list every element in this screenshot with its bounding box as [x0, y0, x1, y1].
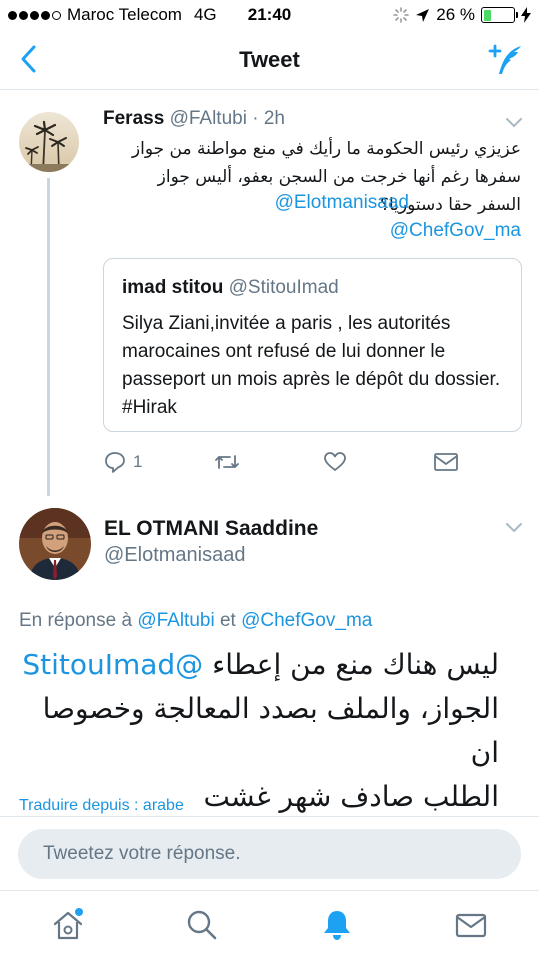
- tweet2-text-line: الجواز، والملف بصدد المعالجة وخصوصا ان: [42, 692, 499, 769]
- translate-link[interactable]: Traduire depuis : arabe: [19, 797, 184, 815]
- home-icon[interactable]: [50, 907, 86, 943]
- nav-bar: Tweet: [0, 30, 539, 90]
- quoted-tweet[interactable]: imad stitou @StitouImad Silya Ziani,invi…: [103, 258, 522, 432]
- battery-percent: 26 %: [436, 5, 475, 24]
- page-title: Tweet: [239, 47, 300, 72]
- like-button[interactable]: [323, 448, 347, 476]
- tweet2-text-line: ليس هناك منع من إعطاء @StitouImad: [19, 643, 499, 687]
- tweet1-author-handle[interactable]: @FAltubi: [170, 108, 247, 129]
- avatar[interactable]: [19, 508, 91, 580]
- mention-link[interactable]: @StitouImad: [22, 648, 203, 681]
- carrier-label: Maroc Telecom: [67, 5, 182, 24]
- direct-message-button[interactable]: [433, 448, 459, 476]
- sync-icon: [393, 7, 410, 23]
- status-left: Maroc Telecom 4G: [8, 5, 217, 25]
- tweet2-author-handle[interactable]: @Elotmanisaad: [104, 544, 245, 567]
- reply-count: 1: [133, 452, 143, 471]
- reply-user-link[interactable]: @ChefGov_ma: [241, 610, 372, 631]
- chevron-left-icon[interactable]: [14, 42, 44, 76]
- battery-level: [483, 9, 492, 21]
- tweet1-header: Ferass @FAltubi · 2h: [103, 108, 285, 130]
- reply-and: et: [219, 610, 236, 631]
- messages-icon[interactable]: [453, 907, 489, 943]
- reply-context: En réponse à @FAltubi et @ChefGov_ma: [19, 610, 372, 632]
- reply-prefix: En réponse à: [19, 610, 133, 631]
- chevron-down-icon[interactable]: [505, 522, 523, 534]
- avatar[interactable]: [19, 112, 79, 172]
- hashtag-link[interactable]: #Hirak: [122, 397, 177, 418]
- avatar-portrait-image: [19, 508, 91, 580]
- reply-composer: [0, 816, 539, 890]
- quoted-text-body: Silya Ziani,invitée a paris , les autori…: [122, 313, 501, 390]
- tweet1-author-name[interactable]: Ferass: [103, 108, 164, 129]
- direct-message-icon: [434, 453, 458, 471]
- search-icon[interactable]: [184, 907, 220, 943]
- tweet2-text: ليس هناك منع من إعطاء @StitouImad الجواز…: [19, 643, 499, 819]
- signal-strength-icon: [8, 10, 61, 20]
- retweet-icon: [215, 455, 239, 469]
- tweet1-time: · 2h: [252, 108, 285, 129]
- location-arrow-icon: [416, 8, 430, 22]
- quoted-author-handle: @StitouImad: [228, 277, 339, 298]
- tweet1-actions: 1: [0, 448, 539, 478]
- tweet1-text-line: عزيزي رئيس الحكومة ما رأيك في منع مواطنة…: [131, 139, 521, 159]
- chevron-down-icon[interactable]: [505, 117, 523, 129]
- status-bar: Maroc Telecom 4G 21:40 26 %: [0, 0, 539, 30]
- network-label: 4G: [193, 5, 217, 24]
- retweet-button[interactable]: [214, 448, 240, 476]
- quoted-tweet-header: imad stitou @StitouImad: [122, 277, 339, 299]
- status-right: 26 %: [393, 5, 531, 25]
- reply-icon: [105, 452, 125, 473]
- reply-input[interactable]: [18, 829, 521, 879]
- mention-link[interactable]: @ChefGov_ma: [390, 220, 521, 242]
- charging-bolt-icon: [521, 7, 531, 23]
- reply-user-link[interactable]: @FAltubi: [137, 610, 214, 631]
- quoted-tweet-text: Silya Ziani,invitée a paris , les autori…: [122, 310, 517, 422]
- avatar-palm-trees-image: [19, 112, 79, 172]
- like-icon: [324, 452, 346, 471]
- reply-button[interactable]: 1: [103, 448, 142, 476]
- mention-link[interactable]: @Elotmanisaad: [275, 192, 409, 214]
- notifications-icon[interactable]: [319, 907, 355, 943]
- quoted-author-name: imad stitou: [122, 277, 224, 298]
- tweet2-text-segment: ليس هناك منع من إعطاء: [212, 648, 499, 681]
- tweet1-text-line: سفرها رغم أنها خرجت من السجن بعفو، أليس …: [157, 167, 521, 187]
- battery-icon: [481, 7, 518, 23]
- tweet2-author-name[interactable]: EL OTMANI Saaddine: [104, 517, 318, 541]
- compose-tweet-icon[interactable]: [487, 40, 527, 80]
- tab-bar: [0, 890, 539, 960]
